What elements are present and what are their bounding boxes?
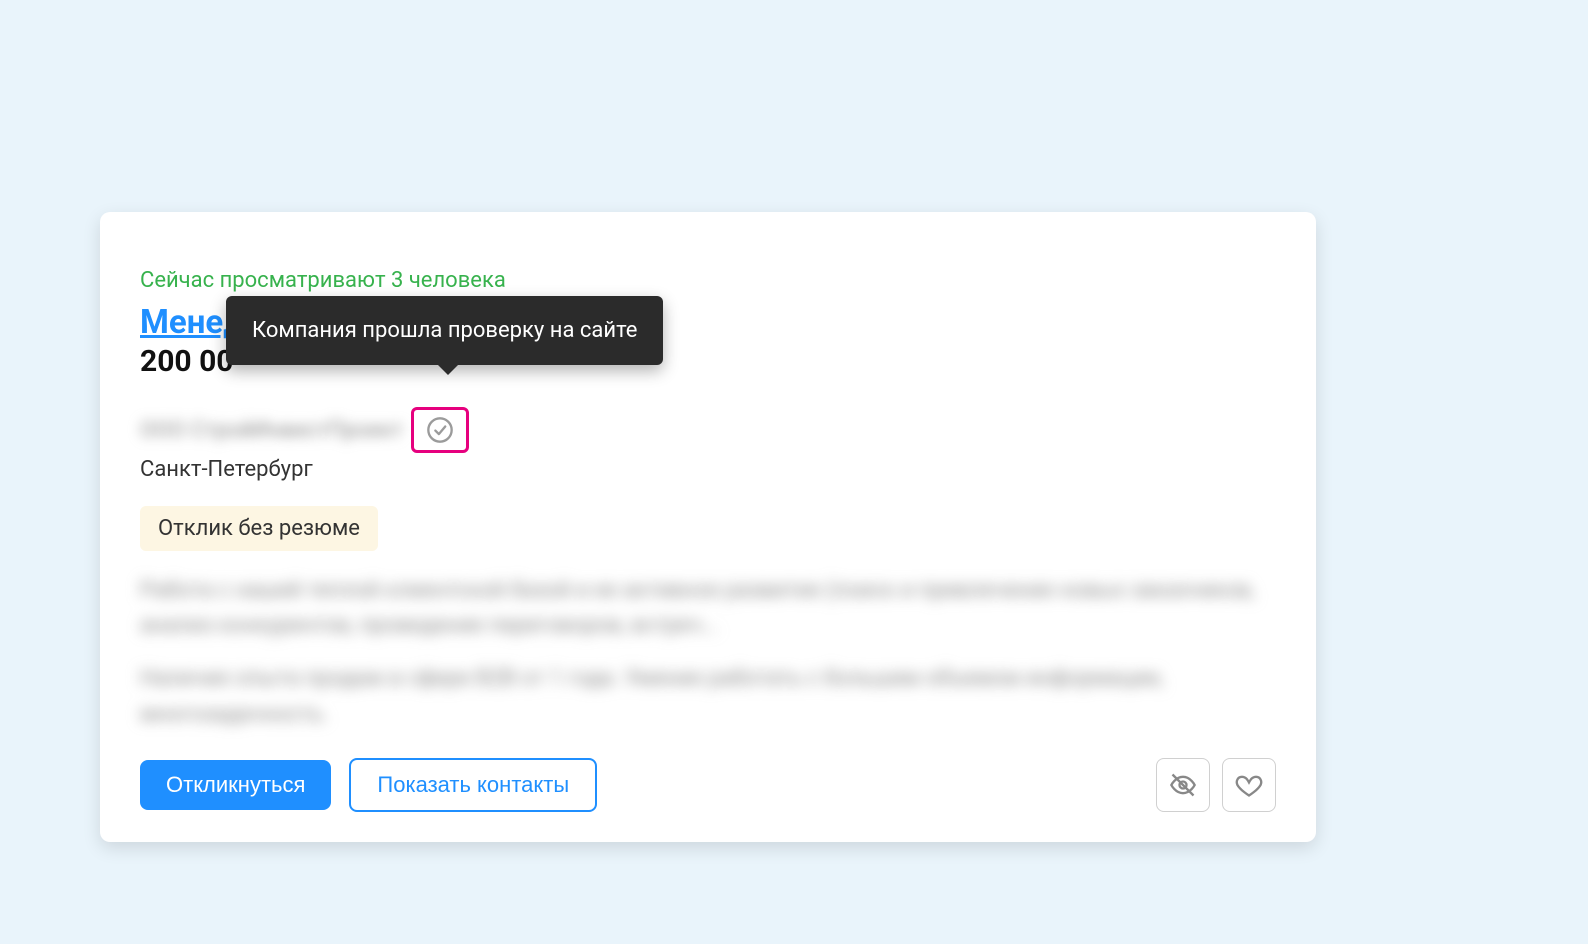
company-row: ООО СтройИнвестПроект xyxy=(140,407,1276,453)
vacancy-city: Санкт-Петербург xyxy=(140,457,1276,482)
eye-off-icon xyxy=(1169,771,1197,799)
no-resume-badge: Отклик без резюме xyxy=(140,506,378,551)
hide-vacancy-button[interactable] xyxy=(1156,758,1210,812)
apply-button[interactable]: Откликнуться xyxy=(140,760,331,810)
verified-tooltip: Компания прошла проверку на сайте xyxy=(226,296,663,365)
actions-row: Откликнуться Показать контакты xyxy=(140,758,1276,812)
show-contacts-button[interactable]: Показать контакты xyxy=(349,758,597,812)
vacancy-description-1: Работа с нашей теплой клиентской базой и… xyxy=(140,573,1276,643)
company-name[interactable]: ООО СтройИнвестПроект xyxy=(140,418,403,443)
check-circle-icon[interactable] xyxy=(426,416,454,444)
favorite-button[interactable] xyxy=(1222,758,1276,812)
vacancy-description-2: Наличие опыта продаж в сфере B2B от 1 го… xyxy=(140,661,1276,731)
page-root: Сейчас просматривают 3 человека Менед 20… xyxy=(0,0,1588,944)
viewers-count: Сейчас просматривают 3 человека xyxy=(140,268,1276,293)
verified-badge-highlight xyxy=(411,407,469,453)
heart-icon xyxy=(1235,771,1263,799)
